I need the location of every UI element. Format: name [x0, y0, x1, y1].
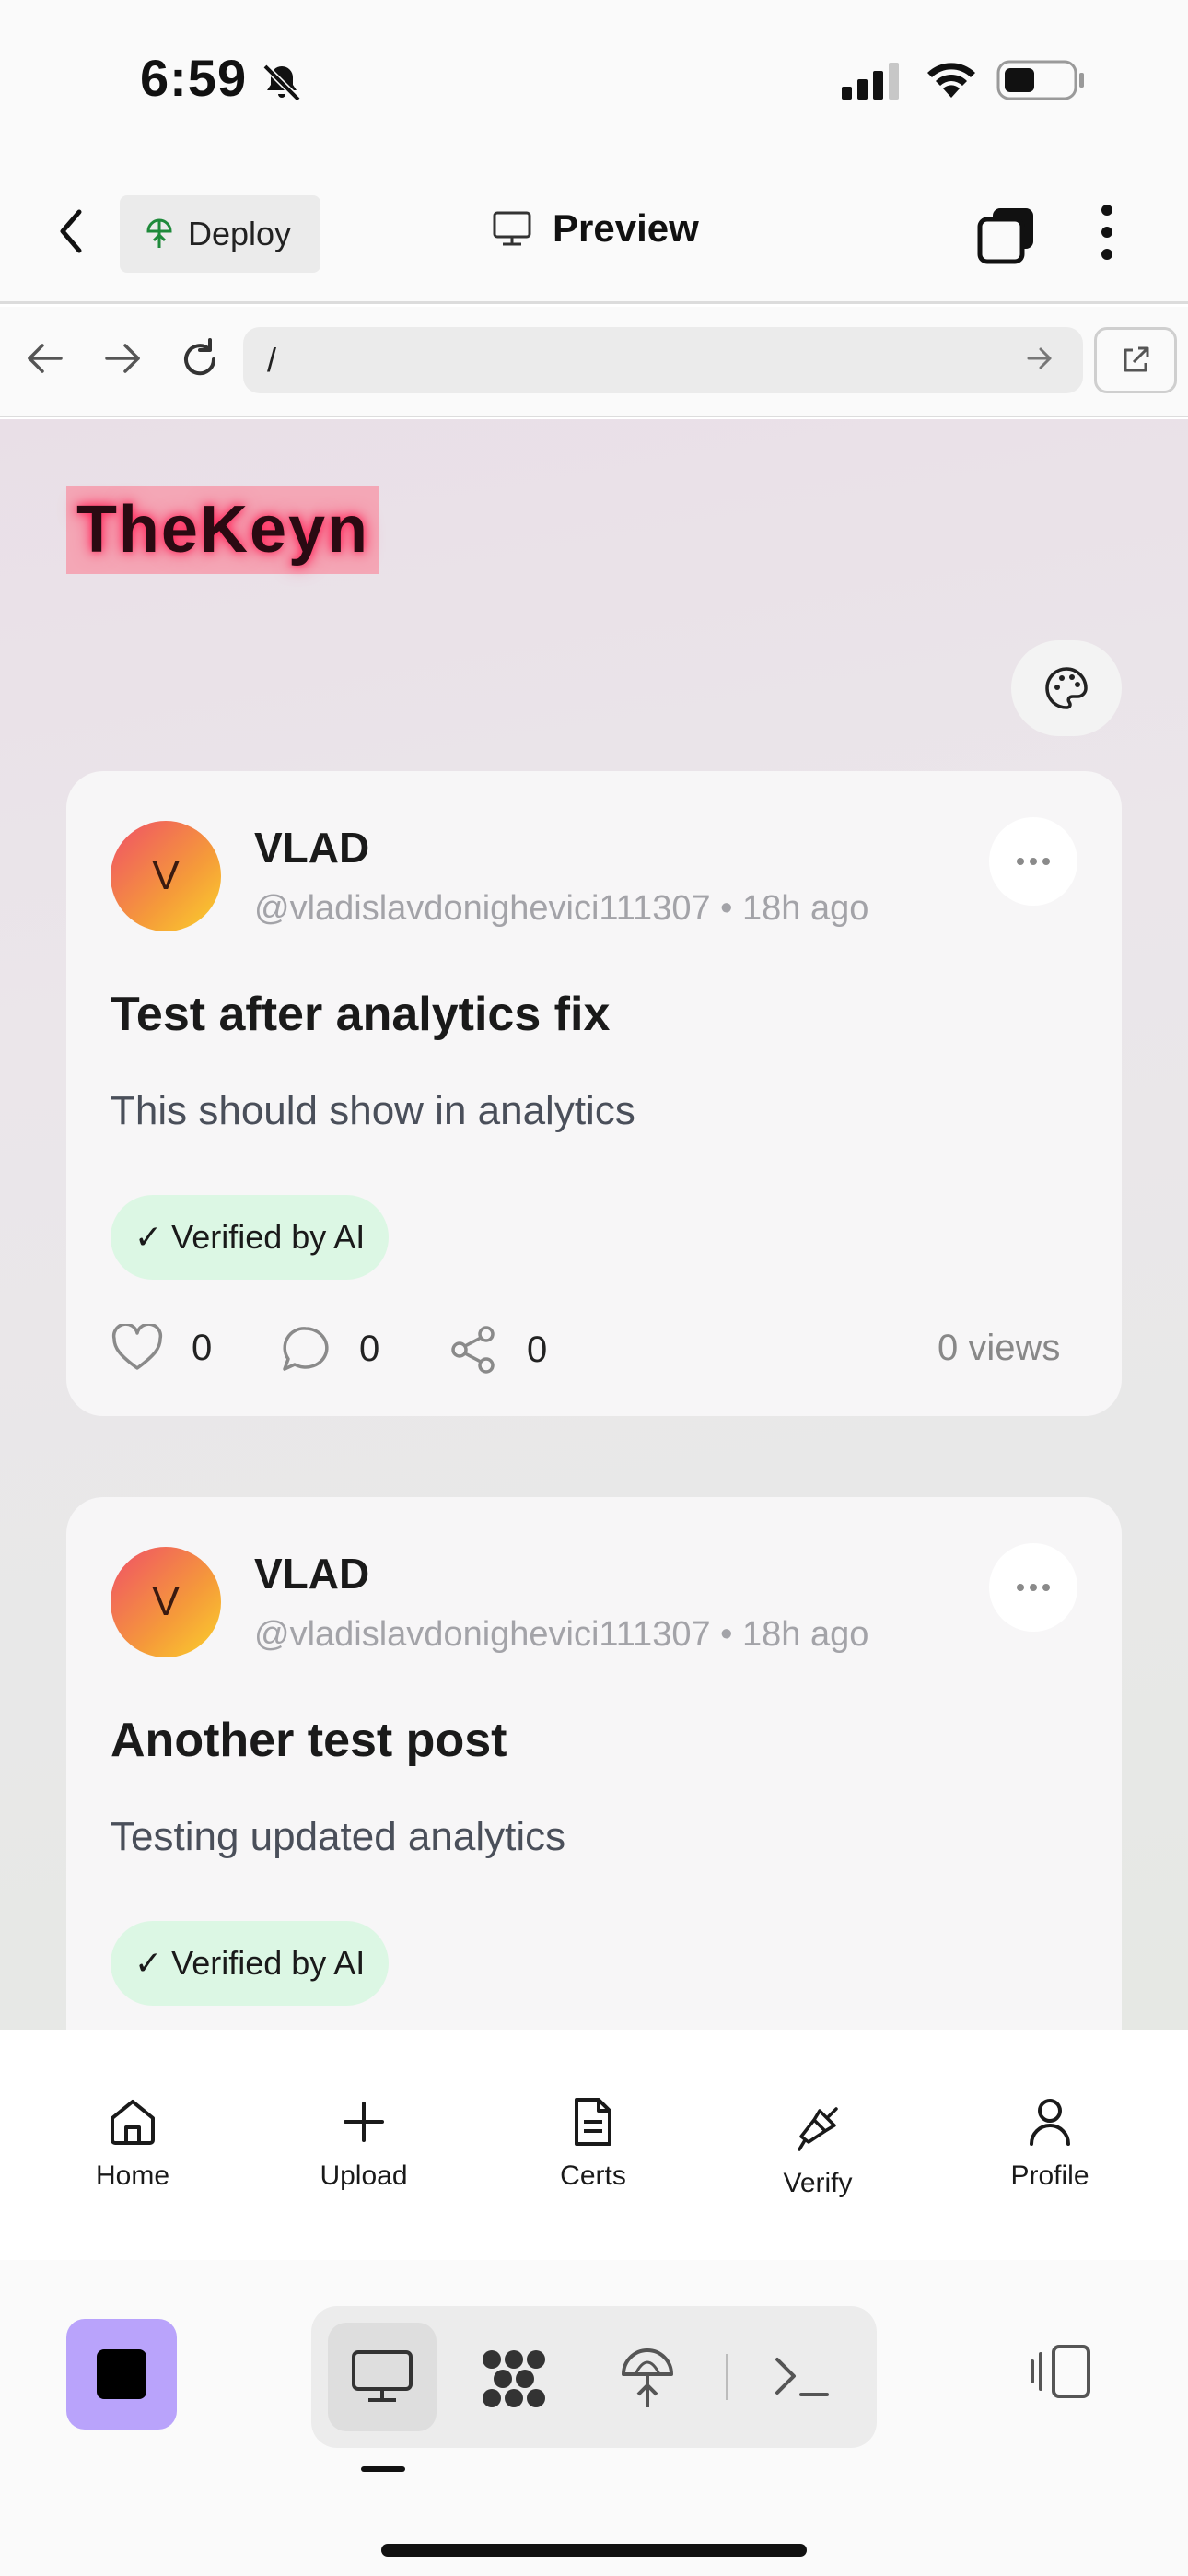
- post-card[interactable]: V VLAD @vladislavdonighevici111307 • 18h…: [66, 1497, 1122, 2030]
- heart-icon: [111, 1324, 163, 1370]
- like-count: 0: [192, 1327, 213, 1368]
- post-card[interactable]: V VLAD @vladislavdonighevici111307 • 18h…: [66, 771, 1122, 1416]
- monitor-icon: [493, 211, 531, 246]
- avatar[interactable]: V: [111, 821, 221, 931]
- post-body: Testing updated analytics: [111, 1814, 566, 1859]
- arrow-right-icon[interactable]: [103, 342, 142, 375]
- stop-icon: [97, 2349, 146, 2399]
- tab-home[interactable]: Home: [41, 2096, 225, 2192]
- post-title: Another test post: [111, 1714, 507, 1767]
- tab-upload[interactable]: Upload: [272, 2096, 456, 2192]
- deploy-icon[interactable]: [619, 2347, 676, 2411]
- stop-button[interactable]: [66, 2319, 177, 2430]
- side-panel-icon[interactable]: [1030, 2343, 1096, 2400]
- bell-muted-icon: [262, 64, 301, 102]
- open-external-button[interactable]: [1094, 327, 1177, 393]
- status-time: 6:59: [140, 49, 248, 107]
- tab-verify[interactable]: Verify: [726, 2103, 910, 2199]
- battery-icon: [996, 60, 1084, 100]
- agent-icon[interactable]: [479, 2347, 549, 2411]
- share-button[interactable]: 0: [448, 1324, 547, 1376]
- post-more-button[interactable]: [989, 817, 1077, 906]
- tab-profile[interactable]: Profile: [958, 2096, 1142, 2192]
- arrow-left-icon[interactable]: [26, 342, 64, 375]
- comment-count: 0: [359, 1328, 380, 1369]
- avatar[interactable]: V: [111, 1547, 221, 1657]
- preview-label: Preview: [553, 206, 699, 250]
- post-handle: @vladislavdonighevici111307 • 18h ago: [254, 1615, 869, 1654]
- user-icon: [1030, 2099, 1070, 2146]
- post-handle: @vladislavdonighevici111307 • 18h ago: [254, 889, 869, 928]
- home-indicator[interactable]: [381, 2544, 807, 2557]
- toolbar-divider: [726, 2354, 728, 2400]
- cellular-signal-icon: [842, 63, 899, 100]
- view-count: 0 views: [938, 1328, 1061, 1368]
- post-title: Test after analytics fix: [111, 988, 611, 1041]
- like-button[interactable]: 0: [111, 1324, 212, 1372]
- verified-badge: ✓ Verified by AI: [111, 1921, 390, 2006]
- ide-toolbar: [0, 2260, 1188, 2576]
- tab-verify-label: Verify: [783, 2168, 853, 2198]
- brush-icon: [798, 2107, 838, 2151]
- preview-page: TheKeyn V VLAD @vladislavdonighevici1113…: [0, 419, 1188, 2030]
- theme-button[interactable]: [1011, 640, 1122, 736]
- plus-icon: [344, 2102, 384, 2142]
- url-text: /: [267, 341, 277, 379]
- tabs-icon[interactable]: [976, 205, 1037, 265]
- tab-home-label: Home: [95, 2160, 170, 2191]
- monitor-icon: [352, 2350, 413, 2402]
- tab-profile-label: Profile: [1010, 2160, 1089, 2191]
- external-link-icon: [1124, 346, 1149, 372]
- deploy-label: Deploy: [188, 215, 292, 252]
- wifi-icon: [927, 63, 975, 98]
- palette-icon: [1045, 667, 1088, 709]
- terminal-icon[interactable]: [774, 2354, 831, 2400]
- post-more-button[interactable]: [989, 1543, 1077, 1632]
- deploy-icon: [146, 218, 172, 248]
- post-author[interactable]: VLAD: [254, 823, 369, 872]
- reload-icon[interactable]: [179, 338, 221, 381]
- tab-certs[interactable]: Certs: [501, 2096, 685, 2192]
- share-count: 0: [527, 1329, 548, 1370]
- tab-upload-label: Upload: [320, 2160, 408, 2191]
- comment-icon: [283, 1327, 329, 1371]
- verified-badge: ✓ Verified by AI: [111, 1195, 390, 1280]
- bottom-tab-bar: Home Upload Certs Verify Profile: [0, 2030, 1188, 2260]
- post-author[interactable]: VLAD: [254, 1549, 369, 1598]
- site-logo[interactable]: TheKeyn: [66, 486, 379, 574]
- preview-title: Preview: [492, 206, 699, 251]
- share-icon: [451, 1326, 495, 1374]
- deploy-button[interactable]: Deploy: [120, 195, 320, 273]
- comment-button[interactable]: 0: [280, 1324, 379, 1374]
- tab-certs-label: Certs: [560, 2160, 626, 2191]
- url-toolbar: /: [0, 307, 1188, 417]
- tool-switcher: [311, 2306, 877, 2448]
- more-options-icon[interactable]: [1098, 205, 1116, 260]
- post-body: This should show in analytics: [111, 1088, 635, 1133]
- home-icon: [111, 2100, 155, 2145]
- back-chevron-icon[interactable]: [57, 208, 85, 254]
- app-header: Deploy Preview: [0, 166, 1188, 304]
- go-arrow-icon[interactable]: [1026, 345, 1054, 371]
- status-bar: 6:59: [0, 0, 1188, 166]
- url-input[interactable]: /: [243, 327, 1083, 393]
- document-icon: [575, 2098, 611, 2146]
- active-tool-indicator: [361, 2466, 405, 2472]
